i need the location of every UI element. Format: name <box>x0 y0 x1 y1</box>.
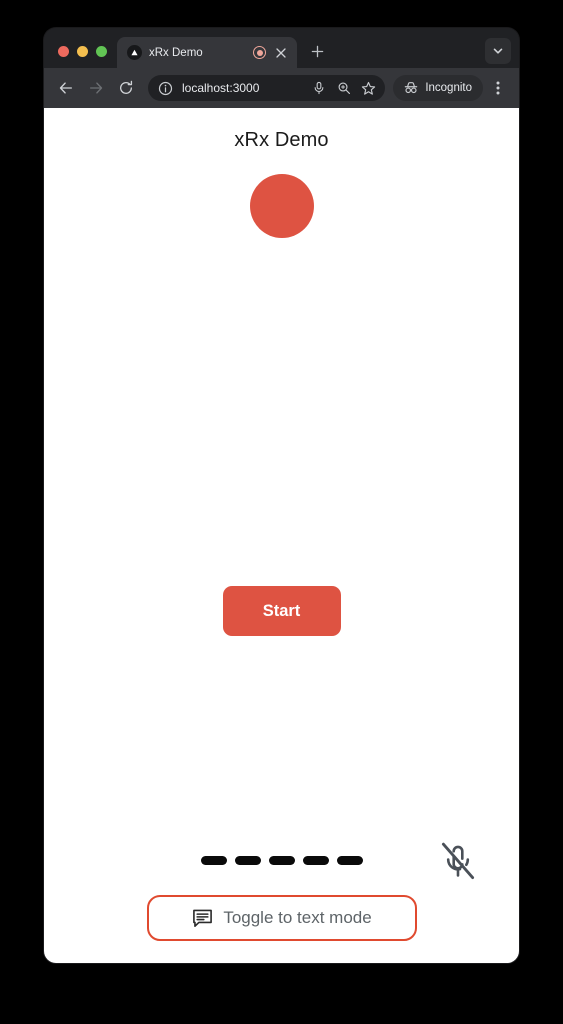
triangle-favicon <box>127 45 142 60</box>
three-dot-menu-icon[interactable] <box>485 74 511 102</box>
zoom-search-icon[interactable] <box>335 80 352 97</box>
tab-search-button[interactable] <box>485 38 511 64</box>
agent-orb <box>249 174 314 238</box>
microphone-muted-icon[interactable] <box>438 839 478 883</box>
address-bar-url[interactable]: localhost:3000 <box>182 81 302 95</box>
back-arrow-icon[interactable] <box>52 74 80 102</box>
waveform-bar <box>302 855 329 865</box>
incognito-indicator[interactable]: Incognito <box>393 75 483 101</box>
address-bar[interactable]: localhost:3000 <box>148 75 386 101</box>
browser-tab[interactable]: xRx Demo <box>117 37 297 68</box>
chat-bubble-icon <box>191 907 213 929</box>
toggle-text-mode-label: Toggle to text mode <box>223 908 372 927</box>
recording-indicator-icon[interactable] <box>253 46 266 59</box>
browser-window: xRx Demo localhost:3000 Incognito xRx De… <box>44 28 519 963</box>
toggle-text-mode-button[interactable]: Toggle to text mode <box>146 895 417 941</box>
tab-strip: xRx Demo <box>44 28 519 68</box>
browser-toolbar: localhost:3000 Incognito <box>44 68 519 108</box>
incognito-hat-icon <box>402 80 419 97</box>
microphone-icon[interactable] <box>310 80 327 97</box>
audio-status-row <box>44 837 519 883</box>
page-title: xRx Demo <box>234 129 329 151</box>
waveform-bar <box>268 855 295 865</box>
traffic-lights <box>44 46 117 68</box>
close-icon[interactable] <box>273 45 289 61</box>
window-minimize-button[interactable] <box>77 46 88 57</box>
window-close-button[interactable] <box>58 46 69 57</box>
star-icon[interactable] <box>360 80 377 97</box>
waveform-bar <box>234 855 261 865</box>
tab-title: xRx Demo <box>149 46 203 59</box>
reload-icon[interactable] <box>112 74 140 102</box>
info-circle-icon[interactable] <box>157 80 174 97</box>
window-maximize-button[interactable] <box>96 46 107 57</box>
start-button[interactable]: Start <box>222 586 341 636</box>
waveform-bar <box>336 855 363 865</box>
forward-arrow-icon[interactable] <box>82 74 110 102</box>
new-tab-button[interactable] <box>303 37 331 65</box>
incognito-label: Incognito <box>425 82 472 94</box>
page-content: xRx Demo Start Toggle to text mode <box>44 108 519 963</box>
audio-waveform <box>200 855 363 865</box>
waveform-bar <box>200 855 227 865</box>
